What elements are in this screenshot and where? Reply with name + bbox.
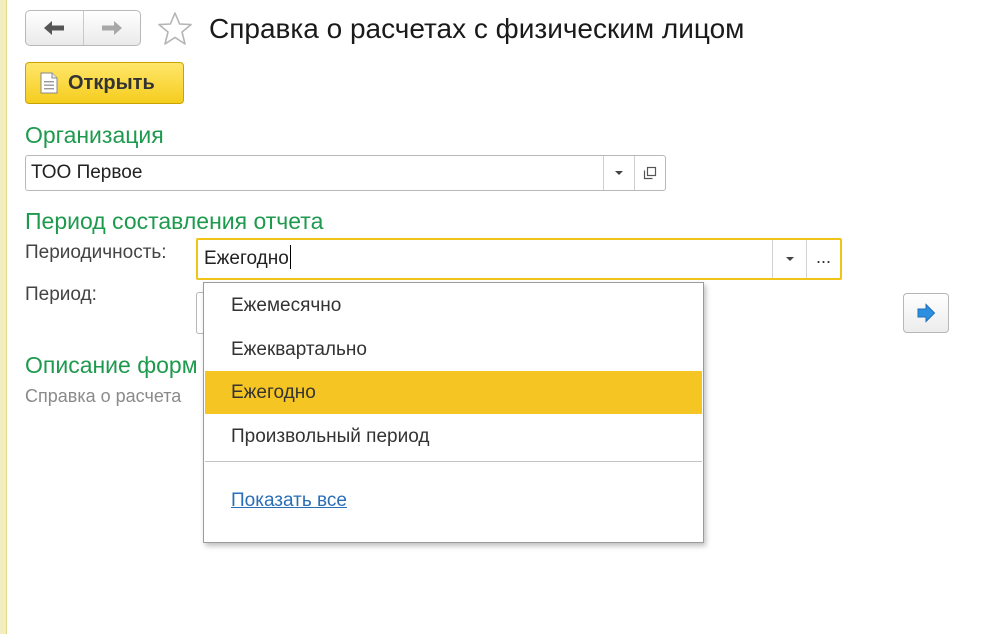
dropdown-option-monthly[interactable]: Ежемесячно	[205, 284, 702, 327]
dropdown-separator	[205, 461, 702, 462]
star-icon[interactable]	[157, 11, 193, 47]
chevron-down-icon	[785, 257, 794, 261]
arrow-left-icon	[44, 21, 65, 35]
page-title: Справка о расчетах с физическим лицом	[209, 13, 745, 44]
forward-button[interactable]	[82, 11, 141, 45]
periodicity-field[interactable]: Ежегодно ...	[196, 238, 842, 280]
arrow-right-blue-icon	[917, 303, 936, 323]
open-button[interactable]: Открыть	[25, 62, 184, 104]
description-section-title: Описание форм	[25, 352, 198, 378]
organization-field[interactable]: ТОО Первое	[25, 155, 666, 191]
dropdown-option-custom-period[interactable]: Произвольный период	[205, 415, 702, 458]
nav-buttons	[25, 10, 141, 46]
more-button-label: ...	[815, 247, 831, 267]
periodicity-dropdown-button[interactable]	[772, 240, 806, 278]
back-button[interactable]	[26, 11, 83, 45]
organization-section-title: Организация	[25, 122, 164, 148]
chevron-down-icon	[615, 171, 623, 175]
period-label: Период:	[25, 284, 97, 305]
periodicity-more-button[interactable]: ...	[806, 240, 840, 278]
dropdown-option-yearly[interactable]: Ежегодно	[205, 371, 702, 414]
organization-dropdown-button[interactable]	[603, 156, 634, 190]
next-button[interactable]	[903, 293, 949, 333]
period-section-title: Период составления отчета	[25, 208, 324, 234]
periodicity-label: Периодичность:	[25, 242, 167, 263]
periodicity-value: Ежегодно	[204, 248, 289, 269]
left-rail	[0, 0, 7, 634]
show-all-link[interactable]: Показать все	[231, 489, 347, 513]
open-button-label: Открыть	[68, 71, 155, 94]
organization-value[interactable]: ТОО Первое	[26, 156, 603, 190]
organization-open-button[interactable]	[634, 156, 665, 190]
description-text: Справка о расчета	[25, 386, 182, 406]
periodicity-input[interactable]: Ежегодно	[198, 240, 772, 278]
text-cursor	[289, 245, 291, 269]
periodicity-dropdown-list: Ежемесячно Ежеквартально Ежегодно Произв…	[203, 282, 704, 543]
arrow-right-icon	[101, 21, 122, 35]
dropdown-option-quarterly[interactable]: Ежеквартально	[205, 328, 702, 371]
open-window-icon	[643, 166, 657, 180]
document-icon	[40, 72, 58, 94]
